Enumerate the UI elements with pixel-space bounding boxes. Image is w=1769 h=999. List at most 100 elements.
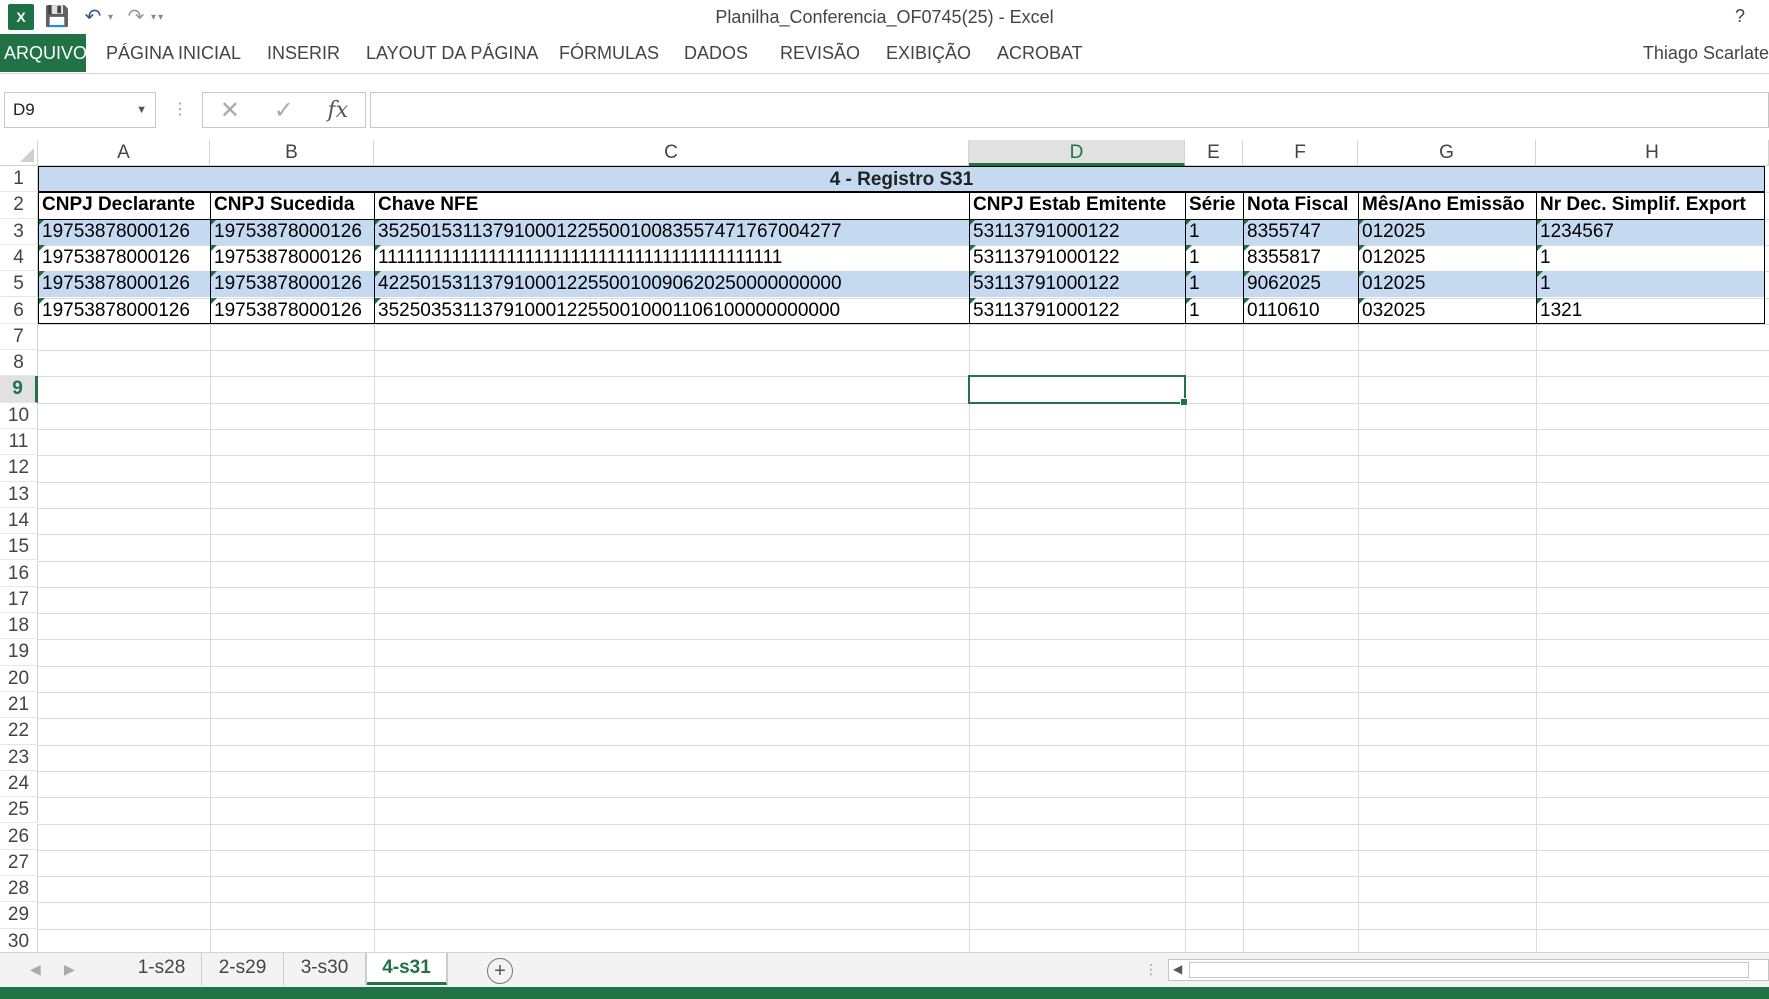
table-cell[interactable]: 53113791000122 <box>969 271 1185 297</box>
table-cell[interactable]: 1 <box>1185 244 1243 271</box>
cancel-icon[interactable]: ✕ <box>220 96 240 125</box>
tab-pagina-inicial[interactable]: PÁGINA INICIAL <box>102 34 245 72</box>
table-cell[interactable]: 19753878000126 <box>38 297 210 324</box>
row-header-9[interactable]: 9 <box>0 376 38 403</box>
table-header-cell[interactable]: Chave NFE <box>374 192 969 218</box>
sheet-tab-4-s31[interactable]: 4-s31 <box>367 953 447 985</box>
select-all-corner[interactable] <box>0 140 38 166</box>
tab-layout-da-pagina[interactable]: LAYOUT DA PÁGINA <box>362 34 542 72</box>
tab-acrobat[interactable]: ACROBAT <box>993 34 1087 72</box>
row-header-7[interactable]: 7 <box>0 323 38 351</box>
add-sheet-button[interactable]: + <box>487 958 513 984</box>
table-cell[interactable]: 012025 <box>1358 244 1536 271</box>
formula-input[interactable] <box>370 92 1769 128</box>
row-header-10[interactable]: 10 <box>0 402 38 429</box>
table-cell[interactable]: 1321 <box>1536 297 1769 324</box>
row-header-3[interactable]: 3 <box>0 218 38 245</box>
help-button[interactable]: ? <box>1735 6 1745 27</box>
table-cell[interactable]: 1 <box>1185 218 1243 245</box>
sheet-tab-2-s29[interactable]: 2-s29 <box>202 953 284 985</box>
table-cell[interactable]: 4225015311379100012255001009062025000000… <box>374 271 969 297</box>
tab-inserir[interactable]: INSERIR <box>263 34 344 72</box>
tab-arquivo[interactable]: ARQUIVO <box>0 34 87 72</box>
table-cell[interactable]: 1111111111111111111111111111111111111111… <box>374 244 969 271</box>
column-header-b[interactable]: B <box>210 140 374 166</box>
row-header-6[interactable]: 6 <box>0 297 38 324</box>
table-cell[interactable]: 1 <box>1185 271 1243 297</box>
row-header-30[interactable]: 30 <box>0 928 38 952</box>
table-cell[interactable]: 19753878000126 <box>210 271 374 297</box>
table-cell[interactable]: 8355747 <box>1243 218 1358 245</box>
scrollbar-thumb[interactable] <box>1189 962 1749 978</box>
row-header-29[interactable]: 29 <box>0 902 38 929</box>
row-header-26[interactable]: 26 <box>0 823 38 850</box>
table-header-cell[interactable]: CNPJ Sucedida <box>210 192 374 218</box>
column-header-g[interactable]: G <box>1358 140 1536 166</box>
table-header-cell[interactable]: CNPJ Estab Emitente <box>969 192 1185 218</box>
row-header-4[interactable]: 4 <box>0 244 38 272</box>
table-header-cell[interactable]: Série <box>1185 192 1243 218</box>
table-header-cell[interactable]: Mês/Ano Emissão <box>1358 192 1536 218</box>
row-header-21[interactable]: 21 <box>0 692 38 719</box>
row-header-27[interactable]: 27 <box>0 849 38 877</box>
row-header-8[interactable]: 8 <box>0 350 38 377</box>
table-cell[interactable]: 1234567 <box>1536 218 1769 245</box>
scroll-left-icon[interactable]: ◀ <box>30 961 41 978</box>
row-header-24[interactable]: 24 <box>0 770 38 798</box>
table-cell[interactable]: 19753878000126 <box>38 244 210 271</box>
table-cell[interactable]: 0110610 <box>1243 297 1358 324</box>
tab-revisao[interactable]: REVISÃO <box>776 34 864 72</box>
row-header-25[interactable]: 25 <box>0 797 38 824</box>
tab-formulas[interactable]: FÓRMULAS <box>555 34 663 72</box>
sheet-tab-1-s28[interactable]: 1-s28 <box>122 953 202 985</box>
table-cell[interactable]: 3525035311379100012255001000110610000000… <box>374 297 969 324</box>
table-cell[interactable]: 9062025 <box>1243 271 1358 297</box>
row-header-13[interactable]: 13 <box>0 481 38 508</box>
active-cell[interactable] <box>968 375 1188 407</box>
tab-dados[interactable]: DADOS <box>680 34 752 72</box>
table-cell[interactable]: 012025 <box>1358 218 1536 245</box>
row-header-22[interactable]: 22 <box>0 718 38 745</box>
table-cell[interactable]: 1 <box>1185 297 1243 324</box>
row-header-19[interactable]: 19 <box>0 639 38 666</box>
table-cell[interactable]: 19753878000126 <box>38 271 210 297</box>
column-header-c[interactable]: C <box>374 140 969 166</box>
column-header-d[interactable]: D <box>969 140 1185 166</box>
table-cell[interactable]: 1 <box>1536 244 1769 271</box>
table-cell[interactable]: 012025 <box>1358 271 1536 297</box>
table-header-cell[interactable]: Nr Dec. Simplif. Export <box>1536 192 1769 218</box>
row-header-5[interactable]: 5 <box>0 271 38 298</box>
column-header-a[interactable]: A <box>38 140 210 166</box>
table-cell[interactable]: 19753878000126 <box>210 244 374 271</box>
insert-function-icon[interactable]: fx <box>328 98 349 123</box>
table-cell[interactable]: 3525015311379100012255001008355747176700… <box>374 218 969 245</box>
row-header-12[interactable]: 12 <box>0 455 38 482</box>
table-cell[interactable]: 53113791000122 <box>969 297 1185 324</box>
table-cell[interactable]: 1 <box>1536 271 1769 297</box>
row-header-14[interactable]: 14 <box>0 507 38 535</box>
column-header-h[interactable]: H <box>1536 140 1769 166</box>
row-header-16[interactable]: 16 <box>0 560 38 587</box>
table-header-cell[interactable]: CNPJ Declarante <box>38 192 210 218</box>
table-cell[interactable]: 53113791000122 <box>969 218 1185 245</box>
table-cell[interactable]: 8355817 <box>1243 244 1358 271</box>
sheet-tab-3-s30[interactable]: 3-s30 <box>284 953 366 985</box>
spreadsheet-grid[interactable]: ABCDEFGH 1 2 3 4 5 6 7 8 9 10 11 12 13 14 15 16 17 18 19 20… <box>0 140 1769 952</box>
row-header-1[interactable]: 1 <box>0 166 38 193</box>
check-icon[interactable]: ✓ <box>274 96 294 125</box>
row-header-17[interactable]: 17 <box>0 586 38 614</box>
row-header-15[interactable]: 15 <box>0 534 38 561</box>
name-box[interactable]: D9 ▼ <box>4 92 156 128</box>
row-header-20[interactable]: 20 <box>0 665 38 692</box>
table-banner[interactable]: 4 - Registro S31 <box>38 166 1765 193</box>
row-header-23[interactable]: 23 <box>0 744 38 771</box>
scroll-left-icon[interactable]: ◀ <box>1173 962 1182 976</box>
row-header-28[interactable]: 28 <box>0 876 38 903</box>
tab-exibicao[interactable]: EXIBIÇÃO <box>882 34 975 72</box>
chevron-down-icon[interactable]: ▼ <box>136 93 147 127</box>
table-header-cell[interactable]: Nota Fiscal <box>1243 192 1358 218</box>
table-cell[interactable]: 19753878000126 <box>210 297 374 324</box>
column-header-f[interactable]: F <box>1243 140 1358 166</box>
table-cell[interactable]: 53113791000122 <box>969 244 1185 271</box>
row-header-2[interactable]: 2 <box>0 192 38 219</box>
